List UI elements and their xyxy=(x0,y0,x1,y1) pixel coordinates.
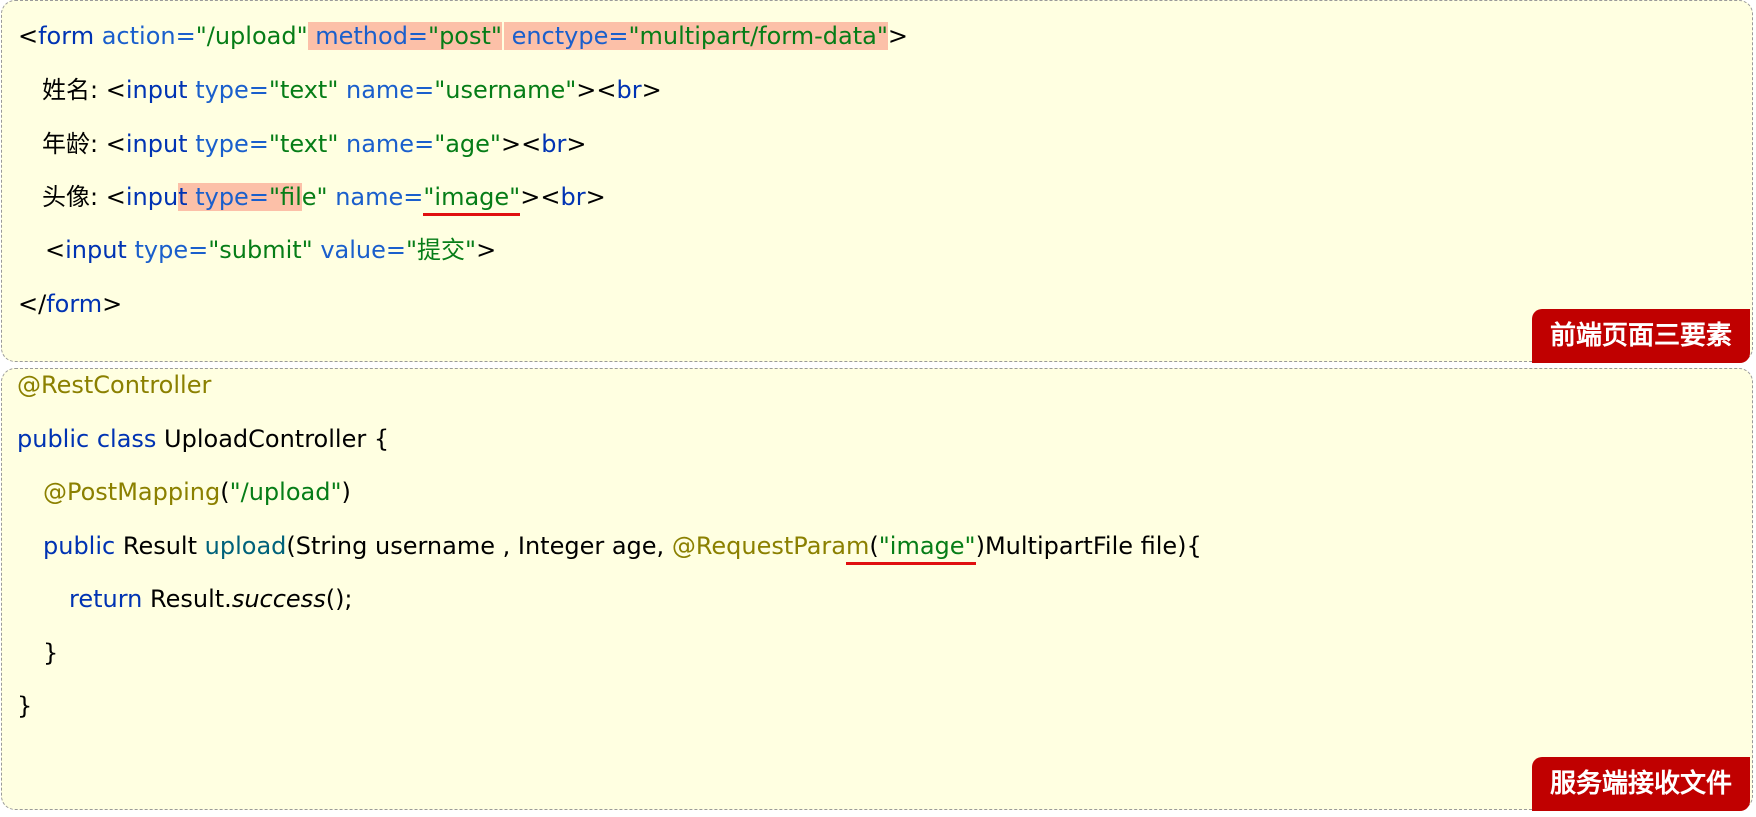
value-value: "提交" xyxy=(405,236,477,264)
type-value: "text" xyxy=(268,130,339,158)
rest-controller-annotation: @RestController xyxy=(17,371,212,399)
input-tag: input xyxy=(65,236,127,264)
value-attr: value= xyxy=(312,236,406,264)
age-label: 年龄: xyxy=(42,130,106,158)
lt: </ xyxy=(18,290,47,318)
return-keyword: return xyxy=(69,585,143,613)
method-attr: method= xyxy=(307,22,429,50)
call-tail: (); xyxy=(325,585,353,613)
paren: ( xyxy=(869,532,879,560)
lt: < xyxy=(45,236,66,264)
br-tag: br xyxy=(616,76,642,104)
gt: > xyxy=(500,130,522,158)
lt: < xyxy=(105,130,126,158)
name-attr: name= xyxy=(338,76,435,104)
gt: > xyxy=(476,236,497,264)
action-attr: action= xyxy=(94,22,196,50)
image-label: 头像: xyxy=(42,183,106,211)
gt: > xyxy=(102,290,123,318)
username-input-line: 姓名: <input type="text" name="username"><… xyxy=(42,70,662,110)
type-value: "text" xyxy=(268,76,339,104)
image-input-line: 头像: <input type="file" name="image"><br> xyxy=(42,177,606,217)
success-method: success xyxy=(231,585,326,613)
request-param-annotation: @RequestPara xyxy=(671,532,846,560)
frontend-badge: 前端页面三要素 xyxy=(1531,309,1750,363)
class-name: UploadController { xyxy=(156,425,390,453)
request-param-annotation-end: m xyxy=(845,532,870,560)
form-open-line: <form action="/upload" method="post" enc… xyxy=(18,16,908,56)
name-attr: name= xyxy=(338,130,435,158)
form-tag: form xyxy=(46,290,103,318)
image-param-underlined: m("image" xyxy=(845,532,976,565)
type-attr: type= xyxy=(187,183,269,211)
form-open-gt: > xyxy=(887,22,908,50)
class-keywords: public class xyxy=(17,425,157,453)
return-line: return Result.success(); xyxy=(69,579,353,619)
type-value: "submit" xyxy=(208,236,313,264)
method-params: (String username , Integer age, xyxy=(286,532,672,560)
input-tag-end: t xyxy=(178,183,188,211)
method-close-brace: } xyxy=(43,639,59,667)
type-value: "fil xyxy=(268,183,302,211)
gt: > xyxy=(576,76,597,104)
br-tag: br xyxy=(541,130,567,158)
input-tag: input xyxy=(125,76,188,104)
method-name: upload xyxy=(204,532,287,560)
paren: ( xyxy=(220,478,230,506)
lt: < xyxy=(596,76,617,104)
lt: < xyxy=(540,183,561,211)
input-tag: input xyxy=(125,130,188,158)
action-value: "/upload" xyxy=(195,22,308,50)
type-attr: type= xyxy=(126,236,209,264)
name-value: "username" xyxy=(434,76,577,104)
form-close-line: </form> xyxy=(18,284,122,324)
gt: > xyxy=(520,183,541,211)
post-mapping-value: "/upload" xyxy=(229,478,342,506)
post-mapping-annotation: @PostMapping xyxy=(43,478,221,506)
lt: < xyxy=(105,76,126,104)
class-close-brace: } xyxy=(17,692,33,720)
multipart-file-param: )MultipartFile file){ xyxy=(975,532,1202,560)
class-declaration-line: public class UploadController { xyxy=(17,419,389,459)
gt: > xyxy=(641,76,662,104)
br-tag: br xyxy=(560,183,586,211)
frontend-code-panel: <form action="/upload" method="post" enc… xyxy=(1,0,1753,363)
post-mapping-line: @PostMapping("/upload") xyxy=(43,472,351,512)
file-type-highlight: t type="fil xyxy=(178,183,302,211)
lt: < xyxy=(105,183,126,211)
backend-code-panel: @RestController public class UploadContr… xyxy=(1,368,1753,811)
return-type: Result xyxy=(115,532,205,560)
request-param-value: "image" xyxy=(878,532,976,560)
name-value: "age" xyxy=(434,130,501,158)
image-name-value-underlined: "image" xyxy=(423,183,521,216)
enctype-highlight: enctype="multipart/form-data" xyxy=(503,22,888,50)
gt: > xyxy=(566,130,587,158)
method-value: "post" xyxy=(428,22,502,50)
form-tag: form xyxy=(38,22,95,50)
username-label: 姓名: xyxy=(42,76,106,104)
type-attr: type= xyxy=(187,130,269,158)
type-value-end: e" xyxy=(301,183,328,211)
paren: ) xyxy=(341,478,351,506)
public-keyword: public xyxy=(43,532,116,560)
method-highlight: method="post" xyxy=(307,22,502,50)
enctype-value: "multipart/form-data" xyxy=(628,22,888,50)
submit-input-line: <input type="submit" value="提交"> xyxy=(45,230,496,270)
backend-badge: 服务端接收文件 xyxy=(1531,757,1750,811)
gt: > xyxy=(585,183,606,211)
age-input-line: 年龄: <input type="text" name="age"><br> xyxy=(42,124,586,164)
result-object: Result. xyxy=(142,585,232,613)
type-attr: type= xyxy=(187,76,269,104)
method-signature-line: public Result upload(String username , I… xyxy=(43,526,1202,566)
lt: < xyxy=(521,130,542,158)
form-open-lt: < xyxy=(18,22,39,50)
input-tag: inpu xyxy=(125,183,179,211)
name-attr: name= xyxy=(327,183,424,211)
enctype-attr: enctype= xyxy=(503,22,629,50)
